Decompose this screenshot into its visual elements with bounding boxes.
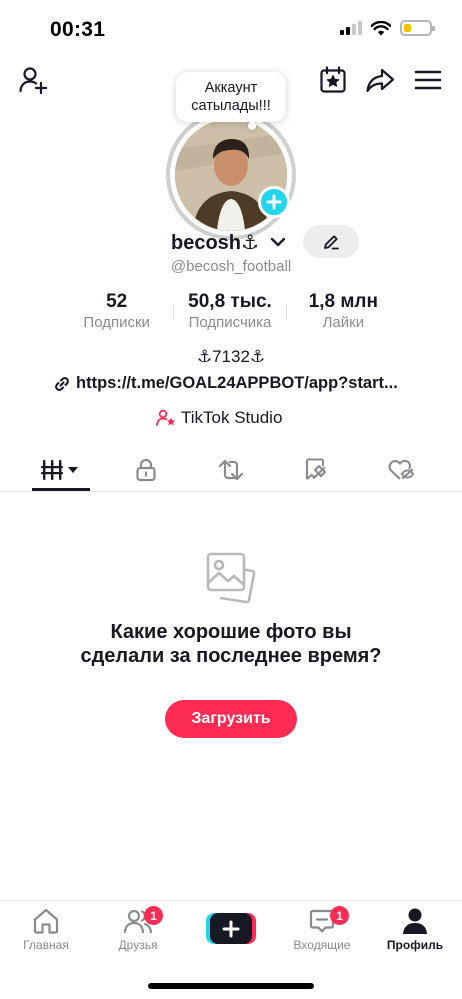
nav-profile[interactable]: Профиль: [375, 907, 455, 957]
share-arrow-icon: [366, 68, 395, 93]
nav-label: Входящие: [293, 938, 351, 952]
add-avatar-button[interactable]: [258, 186, 290, 218]
lock-icon: [136, 458, 156, 482]
stat-label: Подписчика: [188, 314, 272, 331]
grid-videos-icon: [41, 460, 78, 480]
studio-person-star-icon: [156, 409, 176, 426]
photos-icon: [206, 552, 256, 604]
wifi-icon: [371, 20, 391, 35]
nav-label: Друзья: [118, 938, 158, 952]
stat-label: Лайки: [322, 314, 365, 331]
nav-label: Профиль: [386, 938, 444, 952]
status-bar: 00:31: [0, 0, 462, 58]
battery-icon: [400, 20, 435, 36]
bio-link[interactable]: https://t.me/GOAL24APPBOT/app?start...: [54, 374, 398, 393]
hamburger-menu-icon: [414, 70, 442, 90]
stat-following[interactable]: 52 Подписки: [60, 291, 173, 335]
nav-friends[interactable]: Друзья 1: [98, 906, 178, 957]
calendar-star-icon: [320, 66, 346, 93]
profile-stats: 52 Подписки 50,8 тыс. Подписчика 1,8 млн…: [60, 291, 400, 335]
tab-private[interactable]: [130, 452, 162, 488]
nav-home[interactable]: Главная: [6, 907, 86, 957]
studio-label: TikTok Studio: [181, 408, 283, 427]
link-icon: [55, 376, 69, 391]
stat-value: 52: [106, 291, 128, 312]
menu-button[interactable]: [412, 64, 444, 96]
home-indicator[interactable]: [148, 983, 314, 989]
profile-person-icon: [403, 908, 427, 934]
chevron-down-icon[interactable]: [268, 232, 288, 252]
pencil-icon: [324, 234, 339, 249]
add-friend-button[interactable]: [17, 64, 49, 96]
share-button[interactable]: [364, 64, 396, 96]
profile-tabs: [0, 448, 462, 492]
note-bubble[interactable]: Аккаунт сатылады!!!: [176, 72, 286, 130]
inbox-badge: 1: [330, 906, 349, 925]
name-row: becosh⚓: [0, 225, 462, 258]
home-icon: [33, 908, 59, 934]
profile-bio: ⚓7132⚓: [196, 347, 266, 366]
upload-button[interactable]: Загрузить: [165, 700, 297, 738]
status-icons: [340, 20, 435, 36]
nav-label: Главная: [23, 938, 69, 952]
stat-followers[interactable]: 50,8 тыс. Подписчика: [173, 291, 287, 335]
saved-tag-icon: [305, 458, 327, 480]
create-button[interactable]: [206, 913, 256, 944]
tiktok-studio-link[interactable]: TikTok Studio: [156, 408, 282, 428]
cellular-signal-icon: [340, 21, 362, 35]
username-handle: @becosh_football: [170, 258, 292, 275]
calendar-button[interactable]: [317, 64, 349, 96]
active-tab-indicator: [32, 488, 90, 491]
friends-badge: 1: [144, 906, 163, 925]
stat-label: Подписки: [83, 314, 150, 331]
avatar-container[interactable]: [166, 110, 296, 240]
display-name[interactable]: becosh⚓: [171, 230, 259, 255]
link-text: https://t.me/GOAL24APPBOT/app?start...: [76, 374, 398, 392]
nav-inbox[interactable]: Входящие 1: [282, 906, 362, 957]
stat-value: 1,8 млн: [308, 291, 378, 312]
create-plus-icon: [210, 913, 252, 944]
repost-icon: [218, 459, 244, 481]
empty-state-title: Какие хорошие фото вы сделали за последн…: [80, 621, 382, 667]
liked-hidden-icon: [388, 459, 415, 480]
stat-divider: [173, 304, 175, 320]
plus-icon: [266, 194, 282, 210]
person-add-icon: [19, 67, 48, 95]
tab-saved[interactable]: [300, 452, 332, 488]
stat-value: 50,8 тыс.: [188, 291, 272, 312]
edit-profile-button[interactable]: [303, 225, 359, 258]
tab-reposts[interactable]: [214, 452, 248, 488]
tab-liked[interactable]: [384, 452, 418, 488]
stat-likes[interactable]: 1,8 млн Лайки: [287, 291, 400, 335]
tab-videos[interactable]: [32, 452, 90, 488]
status-time: 00:31: [50, 18, 106, 41]
